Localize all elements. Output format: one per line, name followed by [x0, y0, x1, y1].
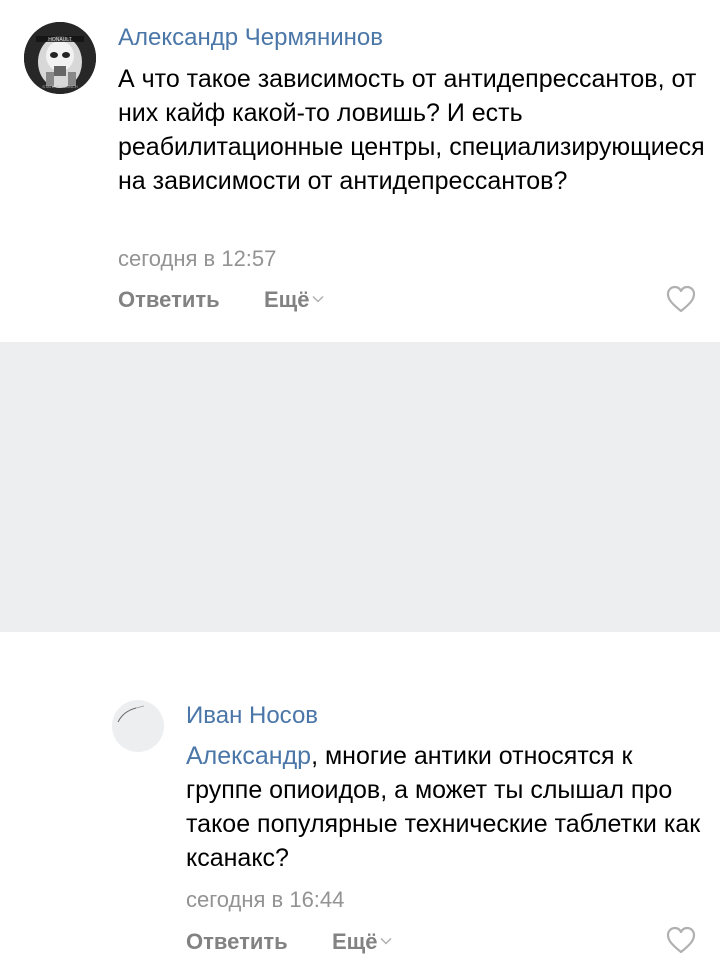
reply-button[interactable]: Ответить [118, 287, 220, 313]
comment-timestamp[interactable]: сегодня в 16:44 [186, 887, 344, 913]
reply-button[interactable]: Ответить [186, 929, 288, 955]
heart-icon[interactable] [666, 285, 696, 313]
comment-text: А что такое зависимость от антидепрессан… [118, 65, 705, 195]
author-name[interactable]: Иван Носов [186, 702, 318, 730]
avatar-caption-bottom: STATE IS A LUNCH [42, 84, 78, 89]
more-label: Ещё [264, 287, 310, 312]
avatar-image: HONAULT STATE IS A LUNCH [24, 22, 96, 94]
chevron-down-icon [380, 938, 393, 945]
comment: HONAULT STATE IS A LUNCH Александр Чермя… [0, 0, 720, 342]
chevron-down-icon [312, 296, 325, 303]
more-button[interactable]: Ещё [332, 929, 393, 955]
author-name[interactable]: Александр Чермянинов [118, 24, 383, 52]
more-button[interactable]: Ещё [264, 287, 325, 313]
avatar[interactable] [112, 700, 164, 752]
avatar-image [112, 700, 164, 752]
comment-text: Александр, многие антики относятся к гру… [186, 739, 710, 875]
comment-timestamp[interactable]: сегодня в 12:57 [118, 246, 276, 272]
avatar[interactable]: HONAULT STATE IS A LUNCH [24, 22, 96, 94]
more-label: Ещё [332, 929, 378, 954]
comment-reply: Иван Носов Александр, многие антики отно… [0, 342, 720, 954]
reply-to-link[interactable]: Александр [186, 742, 311, 770]
avatar-caption-top: HONAULT [48, 37, 72, 43]
heart-icon[interactable] [666, 926, 696, 954]
